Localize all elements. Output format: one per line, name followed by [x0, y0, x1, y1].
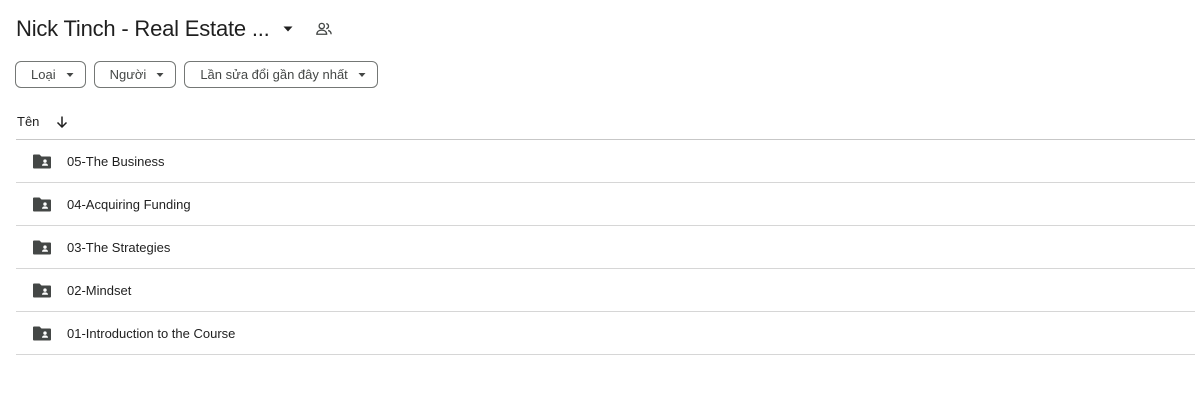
list-item[interactable]: 05-The Business: [16, 140, 1195, 183]
list-header: Tên: [16, 108, 1195, 140]
list-item[interactable]: 03-The Strategies: [16, 226, 1195, 269]
arrow-down-icon[interactable]: [54, 114, 70, 130]
folder-title[interactable]: Nick Tinch - Real Estate ...: [16, 16, 270, 42]
shared-folder-icon: [32, 151, 52, 171]
chevron-down-icon: [357, 70, 367, 80]
arrow-drop-down-icon[interactable]: [274, 15, 302, 43]
chevron-down-icon: [65, 70, 75, 80]
chevron-down-icon: [155, 70, 165, 80]
list-item[interactable]: 01-Introduction to the Course: [16, 312, 1195, 355]
item-name: 04-Acquiring Funding: [67, 196, 191, 212]
filter-people-chip[interactable]: Người: [93, 61, 177, 88]
filter-people-label: Người: [109, 67, 147, 82]
filter-type-chip[interactable]: Loại: [15, 61, 86, 88]
name-column-header[interactable]: Tên: [17, 114, 39, 129]
item-name: 05-The Business: [67, 153, 165, 169]
list-item[interactable]: 02-Mindset: [16, 269, 1195, 312]
shared-folder-icon: [32, 194, 52, 214]
shared-folder-icon: [32, 323, 52, 343]
item-name: 02-Mindset: [67, 282, 132, 298]
filter-modified-label: Lần sửa đổi gần đây nhất: [200, 67, 348, 82]
shared-people-icon[interactable]: [312, 17, 336, 41]
filter-modified-chip[interactable]: Lần sửa đổi gần đây nhất: [184, 61, 378, 88]
item-name: 01-Introduction to the Course: [67, 325, 236, 341]
shared-folder-icon: [32, 280, 52, 300]
filter-type-label: Loại: [31, 67, 56, 82]
shared-folder-icon: [32, 237, 52, 257]
filter-bar: Loại Người Lần sửa đổi gần đây nhất: [15, 61, 378, 88]
list-item[interactable]: 04-Acquiring Funding: [16, 183, 1195, 226]
file-list: 05-The Business 04-Acquiring Funding 03-…: [16, 140, 1195, 355]
page-header: Nick Tinch - Real Estate ...: [16, 14, 336, 44]
item-name: 03-The Strategies: [67, 239, 171, 255]
